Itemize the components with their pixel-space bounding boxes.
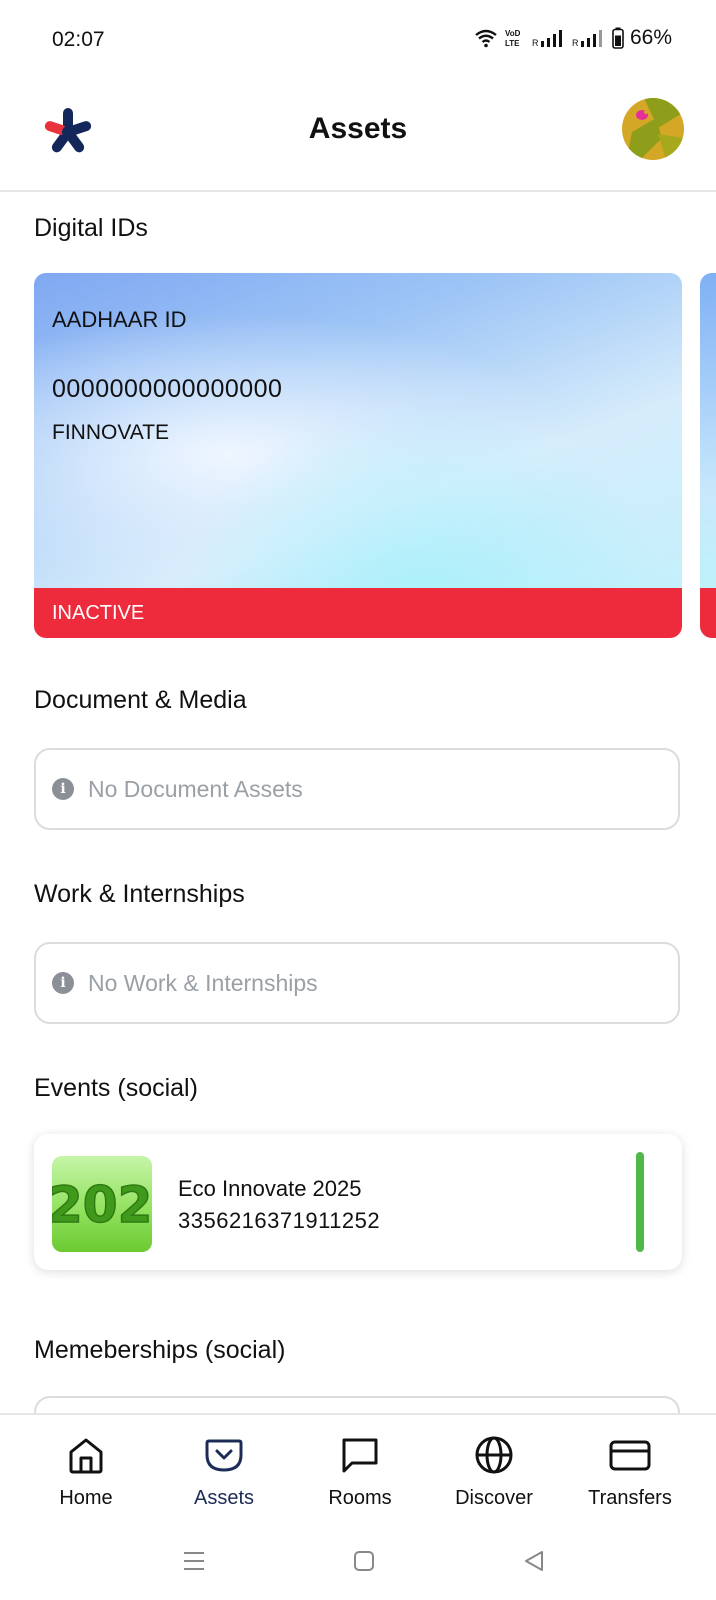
battery-percentage: 66% [629, 26, 672, 49]
id-card-status-badge: INACTIVE [34, 588, 682, 638]
section-title-digital-ids: Digital IDs [34, 214, 148, 242]
signal-icon: R [572, 30, 602, 48]
id-card-status-strip [700, 588, 716, 638]
battery-icon [612, 27, 624, 49]
avatar-image [622, 98, 684, 160]
svg-text:R: R [532, 38, 539, 48]
id-card-issuer: FINNOVATE [52, 421, 170, 444]
nav-label-rooms: Rooms [328, 1487, 392, 1509]
page-title: Assets [308, 112, 408, 145]
home-icon [69, 1438, 103, 1474]
app-header: Assets [0, 80, 716, 192]
avatar[interactable] [622, 98, 684, 160]
id-card-number: 0000000000000000 [52, 375, 283, 403]
assets-icon [205, 1439, 243, 1472]
nav-label-discover: Discover [455, 1487, 533, 1509]
status-bar: 02:07 VoD LTE R R 66% [0, 0, 716, 80]
signal-icon: R [532, 30, 562, 48]
section-title-documents: Document & Media [34, 686, 247, 714]
wifi-icon [475, 29, 497, 48]
chat-icon [342, 1438, 378, 1473]
nav-label-transfers: Transfers [588, 1487, 672, 1509]
nav-item-home[interactable]: Home [16, 1415, 156, 1527]
system-navigation-bar [0, 1525, 716, 1600]
event-id: 3356216371911252 [178, 1208, 381, 1233]
info-icon: i [52, 778, 74, 800]
svg-text:LTE: LTE [505, 39, 520, 48]
info-icon: i [52, 972, 74, 994]
digital-id-card-next[interactable] [700, 273, 716, 638]
menu-icon[interactable] [180, 1547, 208, 1575]
id-card-type: AADHAAR ID [52, 307, 187, 332]
digital-id-card[interactable]: AADHAAR ID 0000000000000000 FINNOVATE IN… [34, 273, 682, 638]
nav-item-rooms[interactable]: Rooms [290, 1415, 430, 1527]
nav-item-assets[interactable]: Assets [154, 1415, 294, 1527]
nav-item-transfers[interactable]: Transfers [560, 1415, 700, 1527]
work-empty-state: i No Work & Internships [34, 942, 680, 1024]
globe-icon [475, 1436, 513, 1474]
work-empty-text: No Work & Internships [88, 969, 318, 996]
section-title-events: Events (social) [34, 1074, 198, 1102]
card-icon [609, 1440, 651, 1471]
event-card[interactable]: 202 Eco Innovate 2025 3356216371911252 [34, 1134, 682, 1270]
svg-text:202: 202 [52, 1176, 152, 1234]
section-title-memberships: Memeberships (social) [34, 1336, 286, 1364]
nav-label-assets: Assets [193, 1487, 255, 1509]
back-triangle-icon[interactable] [520, 1547, 548, 1575]
event-status-indicator [636, 1152, 644, 1252]
event-name: Eco Innovate 2025 [178, 1176, 362, 1201]
documents-empty-text: No Document Assets [88, 775, 303, 802]
nav-label-home: Home [59, 1487, 113, 1509]
volte-icon: VoD LTE [505, 29, 521, 48]
svg-text:R: R [572, 38, 579, 48]
documents-empty-state: i No Document Assets [34, 748, 680, 830]
event-thumbnail: 202 [52, 1156, 152, 1252]
status-time: 02:07 [52, 28, 105, 51]
bottom-navigation: Home Assets Rooms Discover Transfers [0, 1413, 716, 1527]
home-square-icon[interactable] [350, 1547, 378, 1575]
svg-text:VoD: VoD [505, 29, 521, 38]
nav-item-discover[interactable]: Discover [424, 1415, 564, 1527]
section-title-work: Work & Internships [34, 880, 245, 908]
status-icons: VoD LTE R R 66% [474, 26, 672, 50]
